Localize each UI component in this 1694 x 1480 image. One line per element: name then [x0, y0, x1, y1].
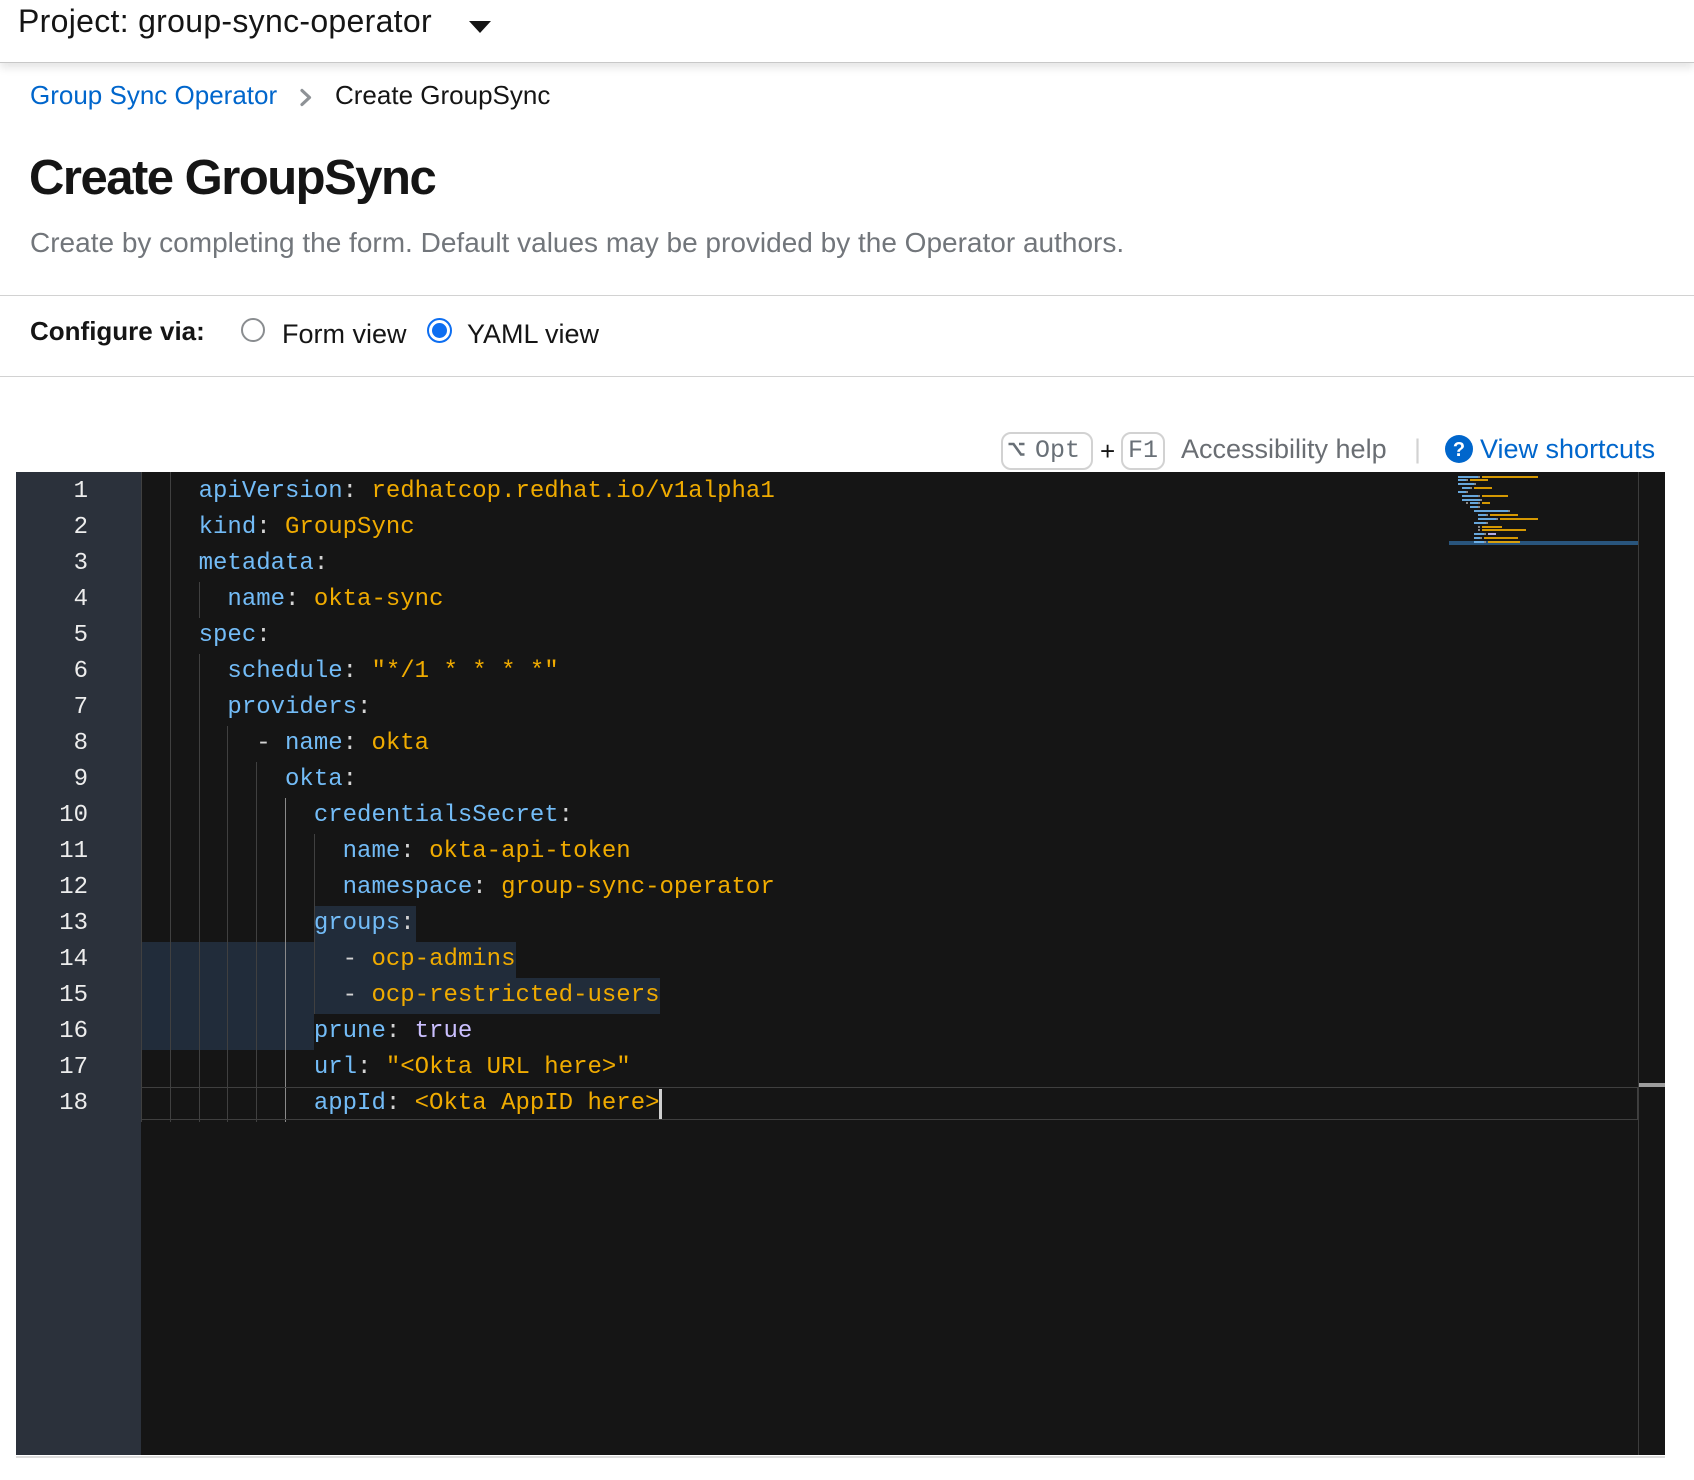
svg-text:?: ?	[1453, 439, 1465, 461]
